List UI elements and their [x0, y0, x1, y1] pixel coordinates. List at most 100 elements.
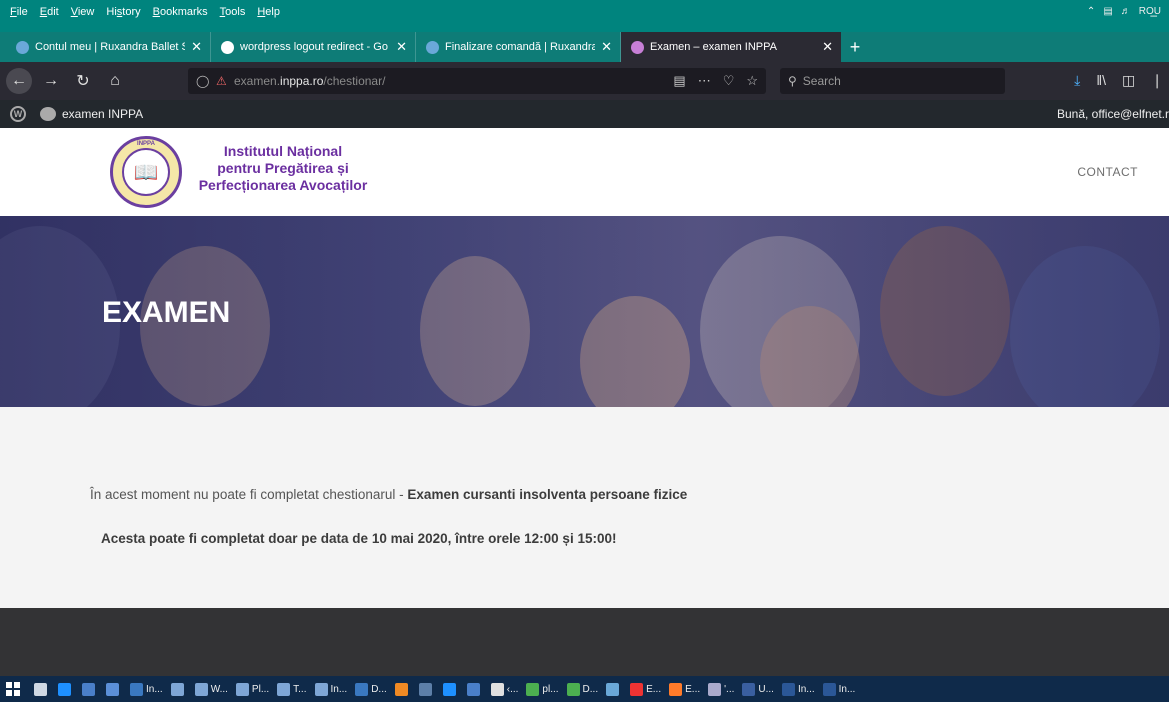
network-icon[interactable]: ▤: [1103, 6, 1112, 17]
menu-item[interactable]: Bookmarks: [153, 6, 208, 18]
taskbar-app-label: ‹...: [506, 683, 519, 695]
taskbar-app[interactable]: [466, 682, 483, 696]
taskbar-app[interactable]: D...: [566, 682, 598, 696]
close-icon[interactable]: ✕: [191, 39, 202, 55]
menu-bar: File Edit View History Bookmarks Tools Help: [0, 0, 1169, 32]
taskbar-app[interactable]: In...: [130, 682, 163, 696]
taskbar-app[interactable]: ‹...: [490, 682, 519, 696]
taskbar-app[interactable]: [82, 682, 98, 696]
menu-item[interactable]: View: [71, 6, 95, 18]
admin-site-name[interactable]: examen INPPA: [62, 107, 143, 121]
chevron-up-icon[interactable]: ⌃: [1087, 6, 1095, 17]
browser-tab[interactable]: Examen – examen INPPA ✕: [621, 32, 841, 62]
tab-title: wordpress logout redirect - Go: [240, 41, 388, 53]
url-actions: ▤ ⋯ ♡ ☆: [673, 73, 758, 89]
app-icon: [526, 682, 540, 696]
site-header: INPPA 📖 Institutul Național pentru Pregă…: [0, 128, 1169, 216]
shield-icon[interactable]: ◯: [196, 74, 212, 88]
menu-item[interactable]: File: [10, 6, 28, 18]
taskbar-app[interactable]: [170, 682, 187, 696]
menu-label: tory: [122, 6, 141, 18]
dashboard-icon[interactable]: [40, 107, 56, 121]
taskbar-app[interactable]: [394, 682, 411, 696]
taskbar-app-label: E...: [646, 683, 662, 695]
sidebar-icon[interactable]: ◫: [1122, 72, 1135, 89]
app-icon: [781, 682, 795, 696]
taskbar-app[interactable]: E...: [669, 682, 700, 696]
app-icon: [58, 682, 71, 696]
menu-label: ile: [16, 6, 28, 18]
forward-button[interactable]: →: [38, 68, 64, 94]
menu-item[interactable]: Help: [257, 6, 280, 18]
back-button[interactable]: ←: [6, 68, 32, 94]
page-actions-icon[interactable]: ⋯: [698, 73, 711, 89]
nav-contact-link[interactable]: CONTACT: [1077, 165, 1138, 179]
menu-item[interactable]: Tools: [220, 6, 246, 18]
taskbar-app-label: In...: [146, 683, 163, 695]
browser-tab[interactable]: Finalizare comandă | Ruxandra ✕: [416, 32, 621, 62]
bookmark-star-icon[interactable]: ☆: [746, 73, 758, 89]
taskbar-app[interactable]: [418, 682, 435, 696]
home-button[interactable]: ⌂: [102, 68, 128, 94]
close-icon[interactable]: ✕: [601, 39, 612, 55]
close-icon[interactable]: ✕: [396, 39, 407, 55]
search-placeholder: Search: [802, 74, 841, 88]
taskbar-app[interactable]: In...: [781, 682, 815, 696]
app-icon: [669, 682, 683, 696]
app-icon: [466, 682, 480, 696]
volume-icon[interactable]: ♬: [1121, 6, 1131, 17]
app-icon: [314, 682, 328, 696]
inppa-logo[interactable]: INPPA 📖: [110, 136, 182, 208]
new-tab-button[interactable]: +: [841, 32, 869, 62]
system-tray: ⌃ ▤ ♬ ROU: [1087, 6, 1161, 17]
taskbar-app[interactable]: [58, 682, 74, 696]
search-icon: ⚲: [788, 74, 797, 88]
windows-start-icon[interactable]: [6, 682, 20, 696]
windows-taskbar: In... W... Pl... T... In... D... ‹... pl... D...…: [0, 676, 1169, 702]
taskbar-app-label: pl...: [542, 683, 559, 695]
extension-icon[interactable]: ❘: [1151, 72, 1163, 89]
taskbar-app[interactable]: [106, 682, 122, 696]
menu-item[interactable]: History: [106, 6, 140, 18]
wordpress-logo-icon[interactable]: W: [10, 106, 26, 122]
reload-button[interactable]: ↻: [70, 68, 96, 94]
insecure-lock-icon[interactable]: ⚠: [216, 74, 234, 88]
app-icon: [490, 682, 504, 696]
taskbar-app[interactable]: Pl...: [235, 682, 269, 696]
taskbar-app[interactable]: W...: [194, 682, 228, 696]
org-name-line2: pentru Pregătirea și: [217, 160, 349, 176]
schedule-message: Acesta poate fi completat doar pe data d…: [101, 531, 617, 546]
admin-greeting[interactable]: Bună, office@elfnet.r: [1057, 107, 1169, 121]
taskbar-app[interactable]: [442, 682, 459, 696]
taskbar-app[interactable]: T...: [277, 682, 307, 696]
taskbar-app[interactable]: E...: [630, 682, 662, 696]
taskbar-app[interactable]: [34, 682, 50, 696]
reader-view-icon[interactable]: ▤: [673, 73, 685, 89]
hero-banner: EXAMEN: [0, 216, 1169, 407]
taskbar-app[interactable]: In...: [314, 682, 347, 696]
menu-label: elp: [265, 6, 280, 18]
url-path: /chestionar/: [323, 74, 386, 88]
pocket-icon[interactable]: ♡: [723, 73, 735, 89]
taskbar-app-label: W...: [210, 683, 228, 695]
browser-tab[interactable]: Contul meu | Ruxandra Ballet S ✕: [6, 32, 211, 62]
url-text[interactable]: examen.inppa.ro/chestionar/: [234, 74, 385, 88]
tab-title: Examen – examen INPPA: [650, 41, 777, 53]
language-indicator[interactable]: ROU: [1139, 6, 1161, 17]
search-input[interactable]: ⚲ Search: [780, 68, 1005, 94]
library-icon[interactable]: ‖\: [1096, 72, 1106, 89]
taskbar-app[interactable]: In...: [822, 682, 855, 696]
url-bar[interactable]: ◯ ⚠ examen.inppa.ro/chestionar/ ▤ ⋯ ♡ ☆: [188, 68, 766, 94]
download-icon[interactable]: ⤓: [1074, 72, 1080, 89]
taskbar-app[interactable]: [606, 682, 622, 696]
taskbar-app[interactable]: D...: [355, 682, 387, 696]
browser-tab[interactable]: wordpress logout redirect - Go ✕: [211, 32, 416, 62]
taskbar-app[interactable]: '...: [708, 682, 734, 696]
menu-label: Hi: [106, 6, 117, 18]
menu-item[interactable]: Edit: [40, 6, 59, 18]
main-content: În acest moment nu poate fi completat ch…: [0, 407, 1169, 608]
taskbar-app[interactable]: pl...: [526, 682, 559, 696]
close-icon[interactable]: ✕: [822, 39, 833, 55]
taskbar-app[interactable]: U...: [742, 682, 774, 696]
organization-name[interactable]: Institutul Național pentru Pregătirea și…: [188, 143, 378, 194]
